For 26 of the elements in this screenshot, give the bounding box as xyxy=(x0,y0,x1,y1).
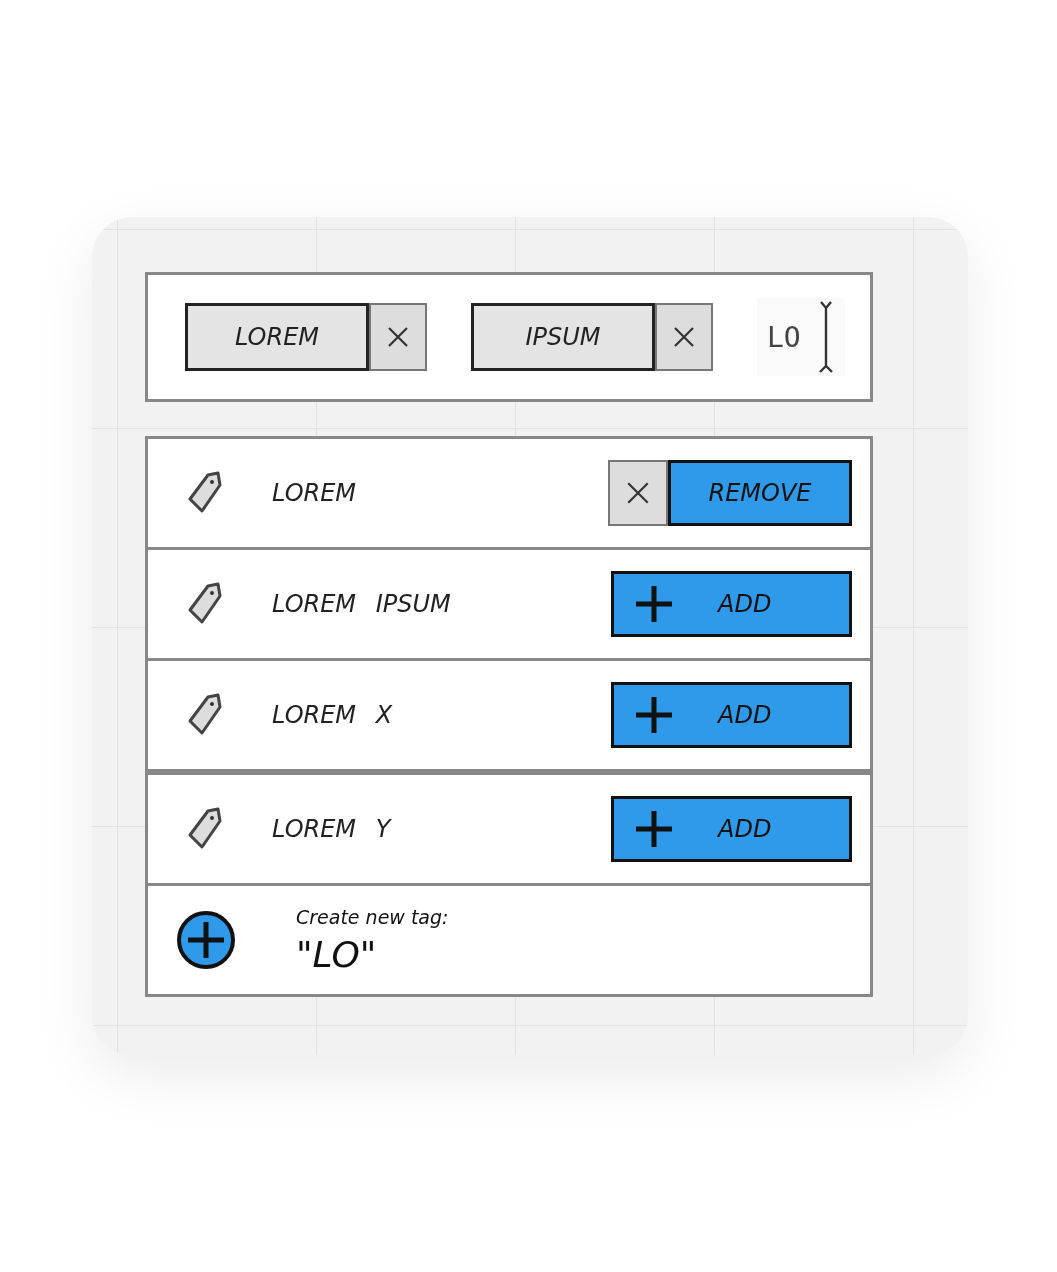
tag-name: LOREM IPSUM xyxy=(272,590,452,618)
close-icon xyxy=(608,460,668,526)
add-button[interactable]: ADD xyxy=(611,682,852,748)
tag-list-item[interactable]: LOREM Y ADD xyxy=(148,775,870,886)
add-button[interactable]: ADD xyxy=(611,796,852,862)
tag-name: LOREM Y xyxy=(272,815,393,843)
text-cursor-icon xyxy=(817,300,835,374)
create-tag-label: Create new tag: xyxy=(296,905,449,928)
plus-icon xyxy=(634,695,674,735)
plus-icon xyxy=(634,584,674,624)
tag-name: LOREM X xyxy=(272,701,394,729)
tag-chip: IPSUM xyxy=(471,303,655,371)
tag-list-item[interactable]: LOREM X ADD xyxy=(148,661,870,775)
tag-name: LOREM xyxy=(272,479,358,507)
add-button[interactable]: ADD xyxy=(611,571,852,637)
remove-chip-button[interactable] xyxy=(369,303,427,371)
tag-list-item[interactable]: LOREM REMOVE xyxy=(148,439,870,550)
close-icon xyxy=(672,325,696,349)
remove-button[interactable]: REMOVE xyxy=(668,460,852,526)
remove-chip-button[interactable] xyxy=(655,303,713,371)
tag-list-item[interactable]: LOREM IPSUM ADD xyxy=(148,550,870,661)
new-tag-name: "LO" xyxy=(296,933,378,975)
plus-icon xyxy=(634,809,674,849)
add-circle-button[interactable] xyxy=(176,910,236,970)
tag-chip: LOREM xyxy=(185,303,369,371)
close-icon xyxy=(386,325,410,349)
